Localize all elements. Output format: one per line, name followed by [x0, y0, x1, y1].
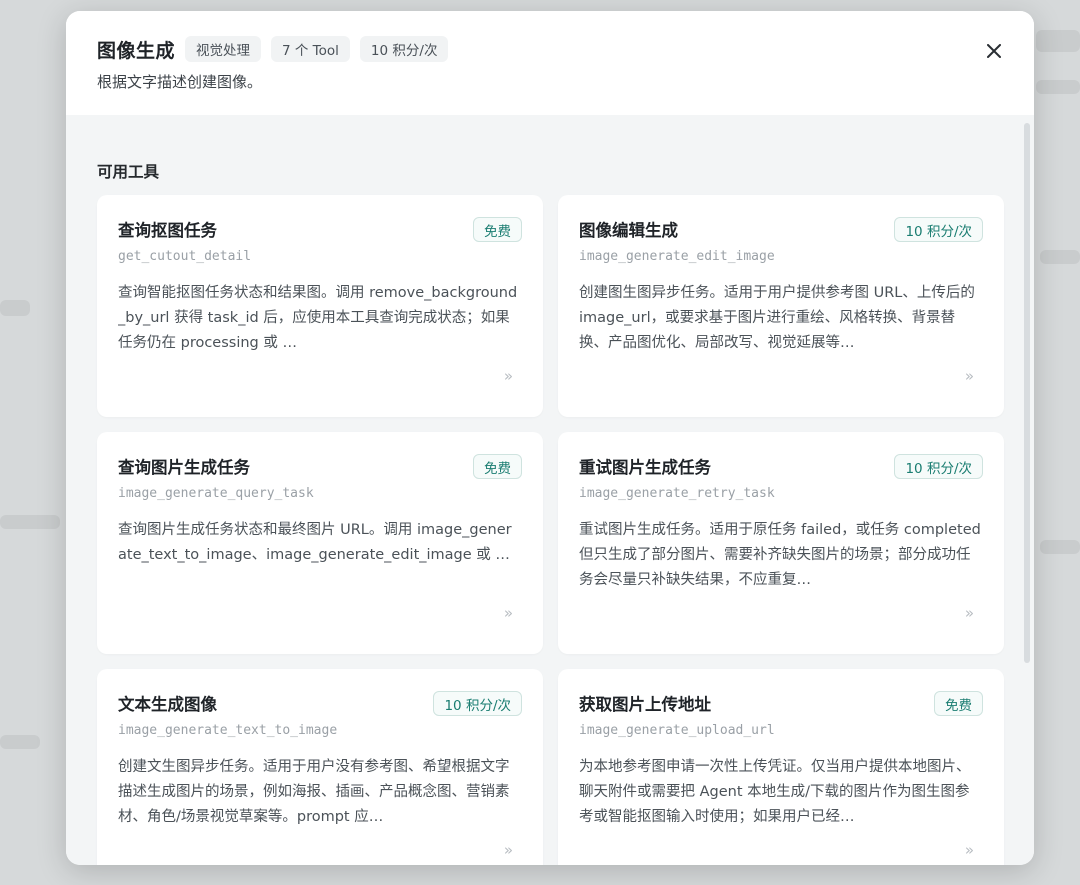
chevron-double-right-icon[interactable]: » — [504, 841, 513, 859]
tool-card[interactable]: 重试图片生成任务 10 积分/次 image_generate_retry_ta… — [558, 432, 1004, 654]
tool-card-description: 查询智能抠图任务状态和结果图。调用 remove_background_by_u… — [118, 285, 518, 351]
close-button[interactable] — [980, 37, 1008, 65]
price-tag: 10 积分/次 — [359, 36, 449, 62]
chevron-double-right-icon[interactable]: » — [504, 367, 513, 385]
tool-card-title: 查询图片生成任务 — [118, 458, 250, 477]
backdrop-shape — [1036, 80, 1080, 94]
chevron-double-right-icon[interactable]: » — [504, 604, 513, 622]
modal-subtitle: 根据文字描述创建图像。 — [97, 73, 263, 91]
modal-body: 可用工具 查询抠图任务 免费 get_cutout_detail 查询智能抠图任… — [66, 115, 1034, 865]
chevron-double-right-icon[interactable]: » — [965, 604, 974, 622]
backdrop-shape — [1040, 250, 1080, 264]
section-title: 可用工具 — [97, 163, 160, 181]
tool-price-badge: 10 积分/次 — [894, 217, 983, 242]
tool-card-code: image_generate_text_to_image — [118, 723, 338, 738]
tool-card-description: 创建文生图异步任务。适用于用户没有参考图、希望根据文字描述生成图片的场景，例如海… — [118, 759, 510, 825]
close-icon — [987, 44, 1001, 58]
tool-card[interactable]: 查询抠图任务 免费 get_cutout_detail 查询智能抠图任务状态和结… — [97, 195, 543, 417]
tool-price-badge: 10 积分/次 — [894, 454, 983, 479]
tool-card-code: image_generate_query_task — [118, 486, 314, 501]
backdrop-shape — [0, 515, 60, 529]
tool-card-title: 图像编辑生成 — [579, 221, 678, 240]
modal-title: 图像生成 — [97, 39, 176, 62]
tool-price-badge: 免费 — [473, 454, 522, 479]
backdrop-shape — [0, 735, 40, 749]
tool-card-title: 获取图片上传地址 — [579, 695, 711, 714]
tool-card-title: 查询抠图任务 — [118, 221, 217, 240]
tool-detail-modal: 图像生成 视觉处理 7 个 Tool 10 积分/次 根据文字描述创建图像。 可… — [66, 11, 1034, 865]
chevron-double-right-icon[interactable]: » — [965, 367, 974, 385]
tool-card-code: image_generate_retry_task — [579, 486, 775, 501]
tool-card[interactable]: 图像编辑生成 10 积分/次 image_generate_edit_image… — [558, 195, 1004, 417]
tool-card-code: image_generate_edit_image — [579, 249, 775, 264]
tool-card-title: 重试图片生成任务 — [579, 458, 711, 477]
tool-price-badge: 免费 — [934, 691, 983, 716]
tool-card[interactable]: 文本生成图像 10 积分/次 image_generate_text_to_im… — [97, 669, 543, 865]
backdrop-shape — [1036, 30, 1080, 52]
backdrop-shape — [0, 300, 30, 316]
tool-card[interactable]: 查询图片生成任务 免费 image_generate_query_task 查询… — [97, 432, 543, 654]
backdrop-shape — [1040, 540, 1080, 554]
tool-card-description: 重试图片生成任务。适用于原任务 failed，或任务 completed 但只生… — [579, 522, 981, 588]
chevron-double-right-icon[interactable]: » — [965, 841, 974, 859]
tool-card-title: 文本生成图像 — [118, 695, 217, 714]
scrollbar[interactable] — [1024, 123, 1030, 663]
tool-card-code: get_cutout_detail — [118, 249, 252, 264]
tool-price-badge: 10 积分/次 — [433, 691, 522, 716]
modal-header: 图像生成 视觉处理 7 个 Tool 10 积分/次 根据文字描述创建图像。 — [66, 11, 1034, 115]
tool-card[interactable]: 获取图片上传地址 免费 image_generate_upload_url 为本… — [558, 669, 1004, 865]
tool-card-description: 为本地参考图申请一次性上传凭证。仅当用户提供本地图片、聊天附件或需要把 Agen… — [579, 759, 971, 825]
tool-count-tag: 7 个 Tool — [271, 36, 350, 62]
title-row: 图像生成 视觉处理 7 个 Tool 10 积分/次 — [97, 35, 449, 63]
tool-card-description: 查询图片生成任务状态和最终图片 URL。调用 image_generate_te… — [118, 522, 512, 563]
tool-card-code: image_generate_upload_url — [579, 723, 775, 738]
category-tag: 视觉处理 — [185, 36, 262, 62]
tool-price-badge: 免费 — [473, 217, 522, 242]
tool-card-description: 创建图生图异步任务。适用于用户提供参考图 URL、上传后的 image_url，… — [579, 285, 975, 351]
